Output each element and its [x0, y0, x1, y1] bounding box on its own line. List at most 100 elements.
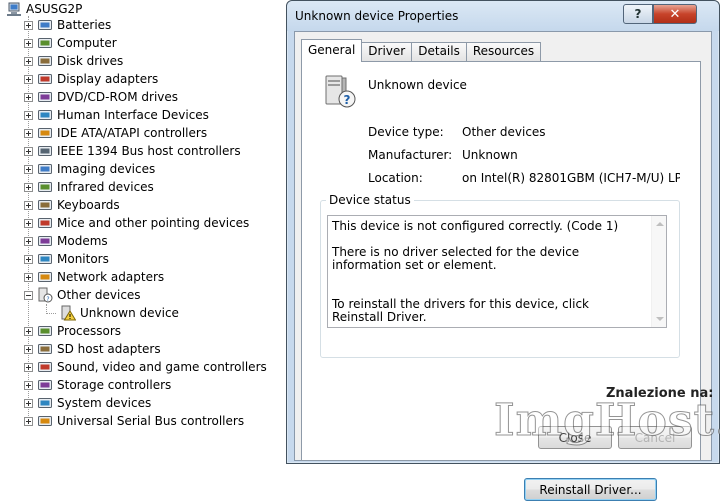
tree-item-label: Processors: [57, 324, 122, 338]
tree-item[interactable]: Human Interface Devices: [24, 106, 209, 124]
expand-icon[interactable]: [24, 272, 33, 282]
tab-general[interactable]: General: [301, 39, 363, 62]
tree-item-label: Mice and other pointing devices: [57, 216, 250, 230]
tree-item[interactable]: Processors: [24, 322, 121, 340]
help-icon: ?: [634, 7, 642, 21]
tree-item[interactable]: Storage controllers: [24, 376, 171, 394]
expand-icon[interactable]: [24, 92, 33, 102]
expand-icon[interactable]: [24, 218, 33, 228]
device-status-group: Device status This device is not configu…: [320, 193, 680, 501]
tree-item[interactable]: Network adapters: [24, 268, 164, 286]
scroll-down-icon[interactable]: [656, 317, 664, 321]
tree-item[interactable]: Monitors: [24, 250, 109, 268]
help-button[interactable]: ?: [623, 4, 653, 24]
svg-text:?: ?: [344, 93, 351, 107]
tree-item[interactable]: Modems: [24, 232, 108, 250]
hid-icon: [38, 110, 52, 120]
watermark-site: ImgHost.pl: [494, 395, 720, 447]
tree-item[interactable]: Unknown device: [60, 304, 179, 322]
expand-icon[interactable]: [24, 416, 33, 426]
expand-icon[interactable]: [24, 344, 33, 354]
tree-item[interactable]: IEEE 1394 Bus host controllers: [24, 142, 241, 160]
tree-item-label: IDE ATA/ATAPI controllers: [57, 126, 208, 140]
computer-icon: [38, 38, 52, 48]
close-icon: ✕: [669, 6, 681, 22]
tab-driver[interactable]: Driver: [361, 42, 413, 61]
tree-item-label: SD host adapters: [57, 342, 161, 356]
tab-strip: General Driver Details Resources: [301, 39, 542, 62]
tree-item-label: Storage controllers: [57, 378, 172, 392]
display-adapter-icon: [38, 74, 52, 84]
tree-item[interactable]: Universal Serial Bus controllers: [24, 412, 244, 430]
reinstall-driver-button[interactable]: Reinstall Driver...: [524, 478, 657, 501]
tree-item[interactable]: Imaging devices: [24, 160, 155, 178]
svg-text:?: ?: [46, 296, 49, 303]
expand-icon[interactable]: [24, 182, 33, 192]
expand-icon[interactable]: [24, 164, 33, 174]
expand-icon[interactable]: [24, 128, 33, 138]
tree-item-label: System devices: [57, 396, 152, 410]
device-tree: ASUSG2P Batteries Computer Disk drives Disp…: [0, 0, 290, 464]
device-type-value: Other devices: [462, 125, 546, 139]
tree-item[interactable]: Mice and other pointing devices: [24, 214, 249, 232]
collapse-icon[interactable]: [24, 290, 33, 300]
tree-item-label: Network adapters: [57, 270, 165, 284]
tab-resources[interactable]: Resources: [465, 42, 542, 61]
expand-icon[interactable]: [24, 146, 33, 156]
tree-item-label: Modems: [57, 234, 108, 248]
device-status-text: This device is not configured correctly.…: [332, 219, 619, 324]
tree-connector-child: [46, 313, 56, 314]
location-value: on Intel(R) 82801GBM (ICH7-M/U) LPC Inte…: [462, 171, 680, 185]
expand-icon[interactable]: [24, 20, 33, 30]
tree-item-label: Imaging devices: [57, 162, 156, 176]
tree-item[interactable]: System devices: [24, 394, 151, 412]
tree-item[interactable]: Computer: [24, 34, 117, 52]
tree-item[interactable]: Infrared devices: [24, 178, 154, 196]
expand-icon[interactable]: [24, 74, 33, 84]
tree-item-label: Computer: [57, 36, 117, 50]
expand-icon[interactable]: [24, 56, 33, 66]
expand-icon[interactable]: [24, 326, 33, 336]
tree-item[interactable]: Display adapters: [24, 70, 158, 88]
tree-item[interactable]: SD host adapters: [24, 340, 161, 358]
expand-icon[interactable]: [24, 380, 33, 390]
keyboard-icon: [38, 200, 52, 210]
disk-drive-icon: [38, 56, 52, 66]
expand-icon[interactable]: [24, 236, 33, 246]
tab-details[interactable]: Details: [411, 42, 467, 61]
tree-item[interactable]: Disk drives: [24, 52, 123, 70]
device-status-textbox[interactable]: This device is not configured correctly.…: [327, 215, 667, 328]
sd-card-icon: [38, 344, 52, 354]
network-adapter-icon: [38, 272, 52, 282]
usb-icon: [38, 416, 52, 426]
tree-item-label: Unknown device: [80, 306, 179, 320]
expand-icon[interactable]: [24, 362, 33, 372]
tree-item-label: Monitors: [57, 252, 109, 266]
status-scrollbar[interactable]: [651, 216, 666, 327]
camera-icon: [38, 164, 52, 174]
warning-device-icon: [61, 305, 76, 321]
tree-item[interactable]: Keyboards: [24, 196, 120, 214]
close-window-button[interactable]: ✕: [653, 4, 697, 24]
expand-icon[interactable]: [24, 398, 33, 408]
mouse-icon: [38, 218, 52, 228]
dialog-title: Unknown device Properties: [295, 9, 459, 23]
manufacturer-label: Manufacturer:: [368, 148, 453, 162]
expand-icon[interactable]: [24, 110, 33, 120]
sound-icon: [38, 362, 52, 372]
tree-item-label: Universal Serial Bus controllers: [57, 414, 245, 428]
title-bar[interactable]: Unknown device Properties ? ✕: [287, 1, 719, 31]
scroll-up-icon[interactable]: [656, 222, 664, 226]
expand-icon[interactable]: [24, 200, 33, 210]
tree-item-label: Keyboards: [57, 198, 120, 212]
manufacturer-value: Unknown: [462, 148, 518, 162]
tree-item[interactable]: ? Other devices: [24, 286, 141, 304]
expand-icon[interactable]: [24, 38, 33, 48]
tree-item-label: Human Interface Devices: [57, 108, 209, 122]
tree-item[interactable]: DVD/CD-ROM drives: [24, 88, 178, 106]
system-devices-icon: [38, 398, 52, 408]
tree-item[interactable]: Sound, video and game controllers: [24, 358, 267, 376]
tree-item[interactable]: Batteries: [24, 16, 111, 34]
expand-icon[interactable]: [24, 254, 33, 264]
tree-item[interactable]: IDE ATA/ATAPI controllers: [24, 124, 207, 142]
